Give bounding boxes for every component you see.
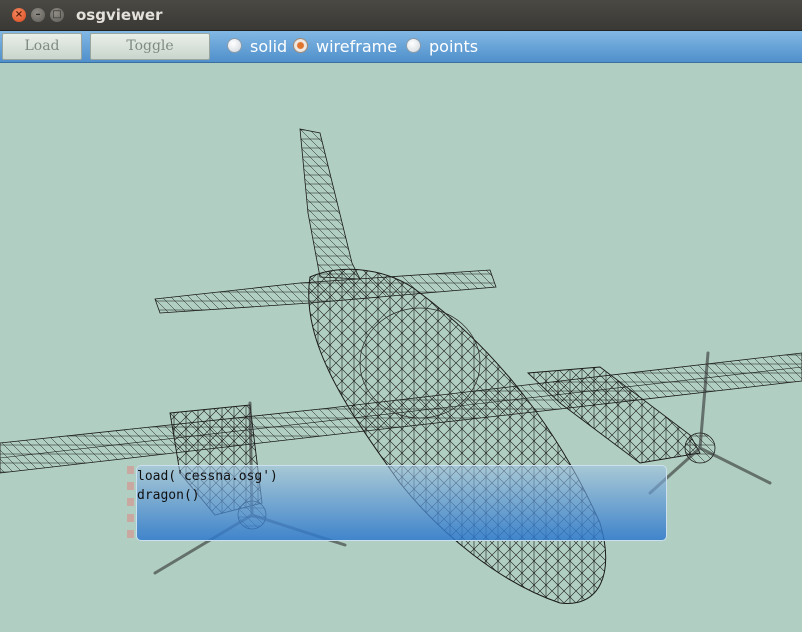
toggle-fullscreen-button[interactable]: Toggle fullscreen: [90, 33, 210, 79]
close-window-icon[interactable]: ×: [12, 8, 26, 22]
console-marker: [127, 514, 134, 522]
window-title: osgviewer: [76, 6, 163, 24]
console-marker: [127, 530, 134, 538]
wireframe-radio-label[interactable]: wireframe: [316, 37, 397, 56]
toolbar: Load scene Toggle fullscreen: [0, 31, 802, 79]
cessna-wireframe-model: [0, 128, 802, 604]
console-line: load('cessna.osg'): [137, 469, 278, 484]
3d-viewport[interactable]: [0, 63, 802, 632]
points-radio-label[interactable]: points: [429, 37, 478, 56]
console-marker: [127, 466, 134, 474]
minimize-window-icon[interactable]: –: [31, 8, 45, 22]
console-marker: [127, 482, 134, 490]
script-console[interactable]: load('cessna.osg') dragon(): [136, 465, 667, 541]
wireframe-radio[interactable]: [293, 38, 308, 53]
console-line: dragon(): [137, 488, 200, 503]
window-titlebar[interactable]: × – □ osgviewer: [0, 0, 802, 31]
vertical-fin: [299, 128, 361, 280]
solid-radio[interactable]: [227, 38, 242, 53]
load-scene-button[interactable]: Load scene: [2, 33, 82, 79]
maximize-window-icon[interactable]: □: [50, 8, 64, 22]
console-marker: [127, 498, 134, 506]
points-radio[interactable]: [406, 38, 421, 53]
fuselage: [308, 268, 607, 604]
solid-radio-label[interactable]: solid: [250, 37, 287, 56]
